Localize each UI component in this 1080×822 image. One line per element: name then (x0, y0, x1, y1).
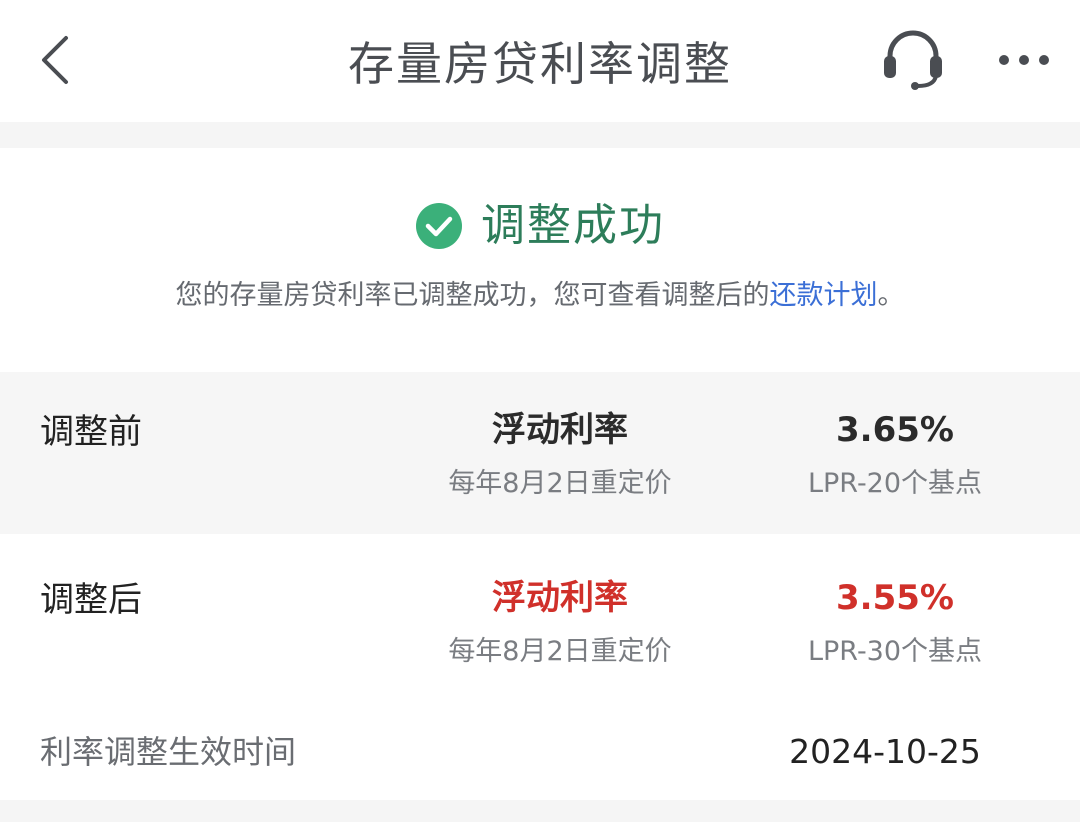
reprice-note: 每年8月2日重定价 (448, 636, 672, 667)
row-label-before: 调整前 (40, 412, 142, 452)
result-description-text: 您的存量房贷利率已调整成功，您可查看调整后的 (175, 280, 770, 311)
headset-icon[interactable] (880, 28, 946, 92)
page: 存量房贷利率调整 调整成功 您的存量房贷利率已调整成功，您可查看调整后的还款计划… (0, 0, 1080, 822)
reprice-note: 每年8月2日重定价 (448, 468, 672, 499)
rate-row-after: 调整后 浮动利率 每年8月2日重定价 3.55% LPR-30个基点 (0, 534, 1080, 704)
effective-date-value: 2024-10-25 (789, 732, 981, 771)
repayment-plan-link[interactable]: 还款计划 (770, 280, 878, 311)
rate-row-before: 调整前 浮动利率 每年8月2日重定价 3.65% LPR-20个基点 (0, 372, 1080, 534)
rate-type-column: 浮动利率 每年8月2日重定价 (420, 408, 700, 504)
more-dots-icon[interactable] (996, 48, 1052, 72)
check-circle-icon (416, 203, 462, 249)
rate-value-column: 3.55% LPR-30个基点 (760, 576, 1030, 672)
section-divider (0, 122, 1080, 148)
rate-type-column: 浮动利率 每年8月2日重定价 (420, 576, 700, 672)
result-panel: 调整成功 您的存量房贷利率已调整成功，您可查看调整后的还款计划。 (0, 148, 1080, 372)
effective-date-label: 利率调整生效时间 (40, 733, 297, 771)
row-label-after: 调整后 (40, 580, 142, 620)
rate-formula: LPR-30个基点 (807, 636, 983, 667)
rate-value: 3.55% (836, 578, 954, 618)
section-divider (0, 800, 1080, 822)
result-header: 调整成功 (0, 196, 1080, 256)
result-description: 您的存量房贷利率已调整成功，您可查看调整后的还款计划。 (0, 276, 1080, 316)
effective-date-row: 利率调整生效时间 2024-10-25 (0, 704, 1080, 800)
rate-type-value: 浮动利率 (492, 578, 628, 618)
rate-formula: LPR-20个基点 (807, 468, 983, 499)
result-description-end: 。 (877, 280, 905, 311)
nav-bar: 存量房贷利率调整 (0, 0, 1080, 122)
rate-value-column: 3.65% LPR-20个基点 (760, 408, 1030, 504)
result-title: 调整成功 (481, 200, 665, 251)
rate-type-value: 浮动利率 (492, 410, 628, 450)
rate-value: 3.65% (836, 410, 954, 450)
